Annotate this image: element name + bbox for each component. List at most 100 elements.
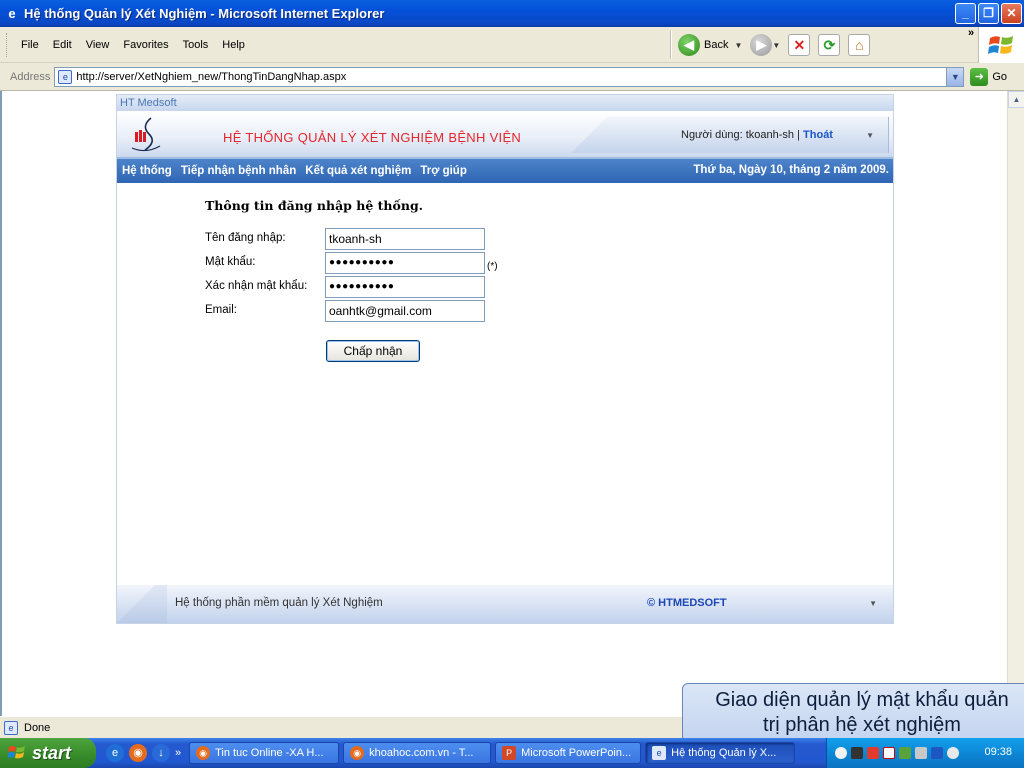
system-title: HỆ THỐNG QUẢN LÝ XÉT NGHIỆM BỆNH VIỆN bbox=[223, 130, 522, 145]
username-label: Tên đăng nhập: bbox=[205, 232, 286, 244]
start-flag-icon bbox=[8, 746, 25, 759]
menu-favorites[interactable]: Favorites bbox=[117, 39, 176, 51]
user-label: Người dùng: bbox=[681, 129, 743, 141]
quicklaunch-chevron[interactable]: » bbox=[175, 747, 181, 759]
menu-file[interactable]: File bbox=[15, 39, 47, 51]
task-khoahoc[interactable]: ◉ khoahoc.com.vn - T... bbox=[343, 742, 492, 764]
close-button[interactable]: ✕ bbox=[1001, 3, 1022, 24]
current-date: Thứ ba, Ngày 10, tháng 2 năm 2009. bbox=[693, 164, 889, 176]
task-label: Microsoft PowerPoin... bbox=[521, 747, 632, 759]
home-icon[interactable]: ⌂ bbox=[848, 34, 871, 56]
task-powerpoint[interactable]: P Microsoft PowerPoin... bbox=[495, 742, 642, 764]
ie-icon: e bbox=[652, 746, 667, 760]
task-label: khoahoc.com.vn - T... bbox=[369, 747, 474, 759]
system-tray: 09:38 bbox=[826, 738, 1024, 768]
task-he-thong[interactable]: e Hệ thống Quản lý X... bbox=[645, 742, 796, 764]
site-banner: HỆ THỐNG QUẢN LÝ XÉT NGHIỆM BỆNH VIỆN Ng… bbox=[117, 111, 893, 157]
start-button[interactable]: start bbox=[0, 738, 96, 768]
user-info: Người dùng: tkoanh-sh | Thoát bbox=[681, 129, 833, 141]
menu-tools[interactable]: Tools bbox=[177, 39, 217, 51]
standard-toolbar: ◀ Back ▼ ▶ ▼ ✕ ⟳ ⌂ bbox=[664, 27, 878, 63]
scroll-up-icon[interactable]: ▲ bbox=[1008, 91, 1024, 108]
address-dropdown-icon[interactable]: ▼ bbox=[946, 67, 964, 86]
back-button-label[interactable]: Back bbox=[704, 39, 728, 51]
tray-icon-3[interactable] bbox=[867, 747, 879, 759]
tray-icon-2[interactable] bbox=[851, 747, 863, 759]
footer-copyright: © HTMEDSOFT bbox=[647, 597, 727, 609]
user-separator: | bbox=[797, 129, 800, 141]
status-text: Done bbox=[24, 721, 51, 734]
tray-icon-4[interactable] bbox=[883, 747, 895, 759]
refresh-icon[interactable]: ⟳ bbox=[818, 34, 841, 56]
toolbar-grip[interactable] bbox=[6, 32, 9, 57]
network-icon[interactable] bbox=[931, 747, 943, 759]
download-quicklaunch-icon[interactable]: ↓ bbox=[152, 744, 170, 762]
confirm-password-input[interactable]: ●●●●●●●●●● bbox=[325, 276, 485, 298]
footer-wedge bbox=[117, 585, 167, 623]
submit-button[interactable]: Chấp nhận bbox=[326, 340, 420, 362]
nav-ket-qua[interactable]: Kết quả xét nghiệm bbox=[305, 165, 411, 177]
required-mark: (*) bbox=[487, 261, 498, 272]
ie-quicklaunch-icon[interactable]: e bbox=[106, 744, 124, 762]
tray-icon-6[interactable] bbox=[915, 747, 927, 759]
task-tin-tuc[interactable]: ◉ Tin tuc Online -XA H... bbox=[189, 742, 340, 764]
nav-tiep-nhan[interactable]: Tiếp nhận bệnh nhân bbox=[181, 165, 296, 177]
logout-link[interactable]: Thoát bbox=[803, 129, 833, 141]
menu-help[interactable]: Help bbox=[216, 39, 253, 51]
web-page: HT Medsoft HỆ THỐNG QUẢN LÝ XÉT NGHIỆM B… bbox=[116, 94, 894, 624]
firefox-quicklaunch-icon[interactable]: ◉ bbox=[129, 744, 147, 762]
user-dropdown-icon[interactable]: ▼ bbox=[866, 131, 874, 140]
windows-logo-icon bbox=[978, 27, 1024, 63]
powerpoint-icon: P bbox=[502, 746, 517, 760]
window-title: Hệ thống Quản lý Xét Nghiệm - Microsoft … bbox=[24, 6, 385, 21]
restore-button[interactable]: ❐ bbox=[978, 3, 999, 24]
browser-viewport: HT Medsoft HỆ THỐNG QUẢN LÝ XÉT NGHIỆM B… bbox=[0, 91, 1024, 716]
user-name: tkoanh-sh bbox=[745, 129, 795, 141]
toolbar-chevron[interactable]: » bbox=[968, 27, 974, 39]
minimize-button[interactable]: _ bbox=[955, 3, 976, 24]
title-bar: e Hệ thống Quản lý Xét Nghiệm - Microsof… bbox=[0, 0, 1024, 27]
footer-text: Hệ thống phần mềm quản lý Xét Nghiệm bbox=[175, 597, 383, 609]
forward-arrow-icon[interactable]: ▶ bbox=[750, 34, 773, 56]
ie-icon: e bbox=[8, 5, 16, 21]
firefox-icon: ◉ bbox=[196, 746, 211, 760]
site-brand: HT Medsoft bbox=[117, 95, 893, 111]
task-label: Tin tuc Online -XA H... bbox=[215, 747, 324, 759]
menu-view[interactable]: View bbox=[80, 39, 118, 51]
clock: 09:38 bbox=[984, 746, 1012, 758]
forward-dropdown-icon[interactable]: ▼ bbox=[772, 41, 780, 50]
password-label: Mật khẩu: bbox=[205, 256, 256, 268]
tray-icon-5[interactable] bbox=[899, 747, 911, 759]
taskbar: start e ◉ ↓ » ◉ Tin tuc Online -XA H... … bbox=[0, 738, 1024, 768]
stop-icon[interactable]: ✕ bbox=[788, 34, 811, 56]
page-icon: e bbox=[58, 69, 73, 84]
user-info-panel: Người dùng: tkoanh-sh | Thoát ▼ bbox=[571, 117, 889, 153]
back-arrow-icon[interactable]: ◀ bbox=[678, 34, 700, 56]
address-url[interactable]: http://server/XetNghiem_new/ThongTinDang… bbox=[76, 71, 946, 83]
vertical-scrollbar[interactable]: ▲ bbox=[1007, 91, 1024, 716]
hospital-logo-icon bbox=[129, 116, 163, 154]
tray-icon-1[interactable] bbox=[835, 747, 847, 759]
toolbar-separator bbox=[670, 31, 672, 59]
site-footer: Hệ thống phần mềm quản lý Xét Nghiệm © H… bbox=[117, 585, 893, 623]
address-label: Address bbox=[10, 70, 51, 83]
firefox-icon: ◉ bbox=[350, 746, 365, 760]
back-dropdown-icon[interactable]: ▼ bbox=[734, 41, 742, 50]
address-input[interactable]: e http://server/XetNghiem_new/ThongTinDa… bbox=[54, 66, 965, 87]
password-input[interactable]: ●●●●●●●●●● bbox=[325, 252, 485, 274]
email-input[interactable] bbox=[325, 300, 485, 322]
menu-edit[interactable]: Edit bbox=[47, 39, 80, 51]
volume-icon[interactable] bbox=[947, 747, 959, 759]
nav-he-thong[interactable]: Hệ thống bbox=[122, 165, 172, 177]
task-label: Hệ thống Quản lý X... bbox=[671, 747, 777, 759]
quick-launch: e ◉ ↓ » bbox=[106, 744, 185, 762]
page-status-icon: e bbox=[4, 720, 18, 735]
footer-dropdown-icon[interactable]: ▼ bbox=[869, 599, 877, 608]
confirm-password-label: Xác nhận mật khẩu: bbox=[205, 280, 308, 292]
go-arrow-icon: ➜ bbox=[970, 67, 989, 86]
email-label: Email: bbox=[205, 304, 237, 316]
nav-tro-giup[interactable]: Trợ giúp bbox=[420, 165, 467, 177]
username-input[interactable] bbox=[325, 228, 485, 250]
start-label: start bbox=[32, 742, 72, 763]
go-button[interactable]: ➜ Go bbox=[970, 67, 1007, 86]
